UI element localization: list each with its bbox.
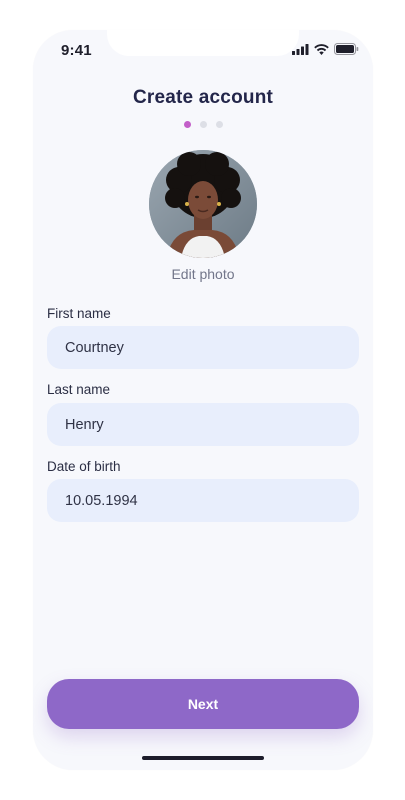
first-name-label: First name <box>47 306 111 321</box>
date-of-birth-field[interactable] <box>47 479 359 522</box>
home-indicator <box>142 756 264 760</box>
device-notch <box>107 30 299 56</box>
step-indicator <box>33 121 373 128</box>
status-icons <box>292 43 359 55</box>
step-dot-3 <box>215 121 223 128</box>
battery-icon <box>334 43 359 55</box>
signal-icon <box>292 43 309 55</box>
date-of-birth-label: Date of birth <box>47 459 121 474</box>
wifi-icon <box>314 43 329 55</box>
last-name-label: Last name <box>47 382 111 397</box>
next-button[interactable]: Next <box>47 679 359 729</box>
first-name-field[interactable] <box>47 326 359 369</box>
profile-photo <box>149 150 257 258</box>
step-dot-2 <box>199 121 207 128</box>
phone-screen: 9:41 Create account Edit photo First nam… <box>33 30 373 770</box>
last-name-field[interactable] <box>47 403 359 446</box>
step-dot-1-active <box>183 121 191 128</box>
page-title: Create account <box>132 87 274 108</box>
profile-avatar[interactable] <box>149 150 257 258</box>
status-time: 9:41 <box>61 42 92 59</box>
edit-photo-link[interactable]: Edit photo <box>33 266 373 282</box>
